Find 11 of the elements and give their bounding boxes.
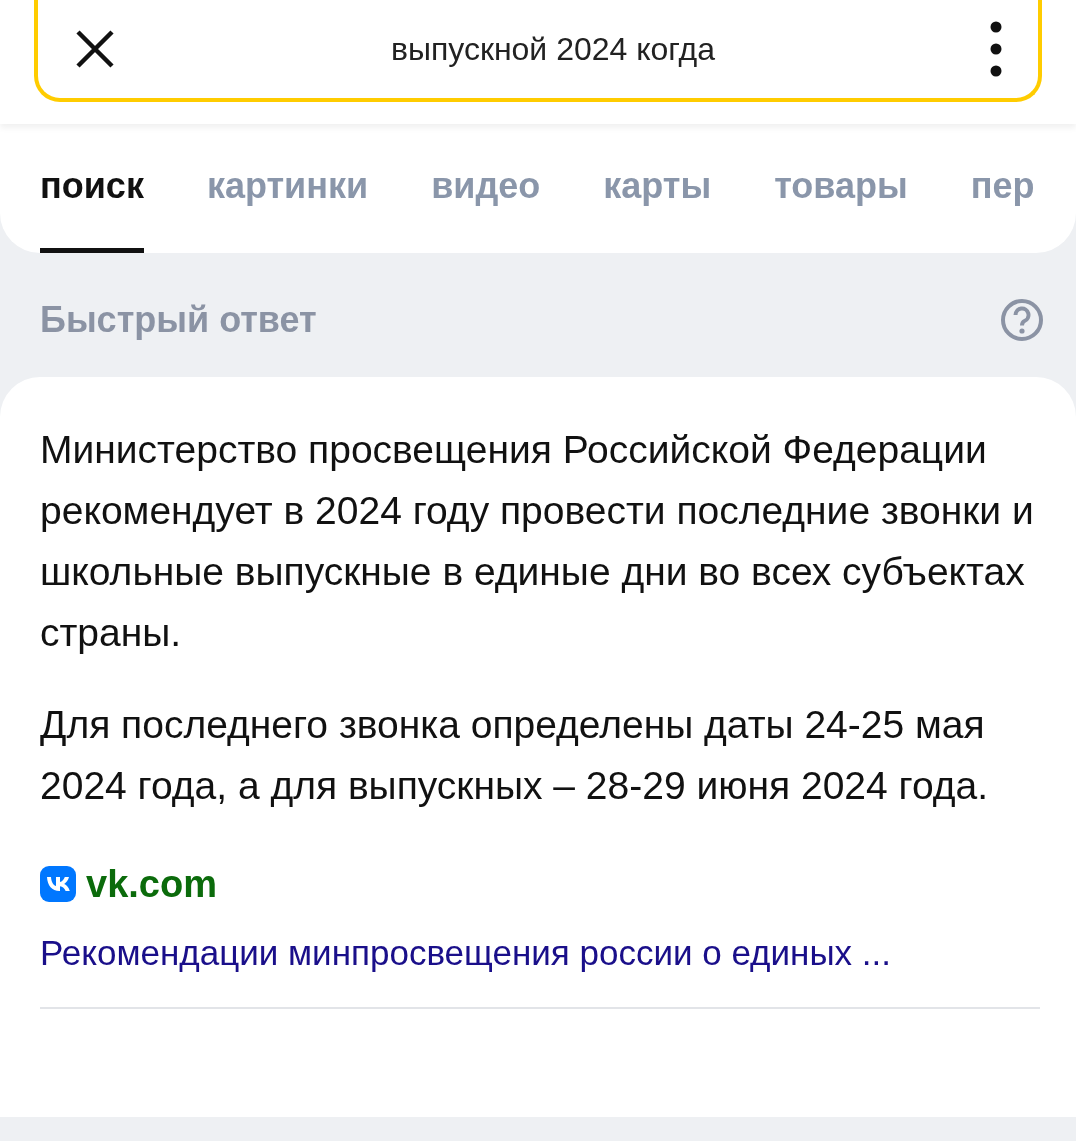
more-icon[interactable] (990, 21, 1002, 77)
close-icon[interactable] (74, 28, 116, 70)
source-domain-link[interactable]: vk.com (86, 855, 217, 913)
result-title-link[interactable]: Рекомендации минпросвещения россии о единых ... (40, 926, 891, 980)
answer-paragraph: Министерство просвещения Российской Федерации рекомендует в 2024 году провести последние звонки и школьные выпускные в единые дни во всех субъектах страны. (40, 426, 1035, 656)
search-bar[interactable]: выпускной 2024 когда (34, 0, 1042, 102)
help-icon[interactable] (1000, 297, 1044, 342)
answer-paragraph: Для последнего звонка определены даты 24-25 мая 2024 года, а для выпускных – 28-29 июня 2024 года. (40, 701, 990, 809)
vk-logo-icon (40, 866, 76, 903)
section-title: Быстрый ответ (40, 297, 317, 342)
tab[interactable]: поиск (40, 166, 144, 253)
